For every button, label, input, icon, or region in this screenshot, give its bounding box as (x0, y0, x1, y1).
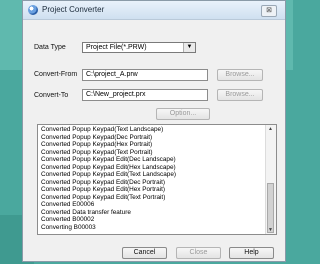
app-icon (28, 5, 38, 15)
log-items: Converted Popup Keypad(Text Landscape) Co… (41, 126, 237, 231)
browse-from-button[interactable]: Browse... (217, 69, 263, 81)
log-scrollbar[interactable]: ▲ ▼ (265, 125, 276, 234)
scroll-up-icon[interactable]: ▲ (268, 126, 273, 132)
data-type-select[interactable]: Project File(*.PRW) ▼ (82, 42, 196, 53)
convert-from-value: C:\project_A.prw (86, 71, 138, 78)
log-entry[interactable]: Converted Popup Keypad Edit(Hex Portrait… (41, 186, 237, 194)
close-button[interactable]: Close (176, 247, 221, 259)
convert-to-field[interactable]: C:\New_project.prx (82, 89, 208, 101)
browse-to-button[interactable]: Browse... (217, 89, 263, 101)
convert-from-label: Convert-From (34, 71, 78, 78)
log-entry[interactable]: Converted Data transfer feature (41, 209, 237, 217)
title-bar[interactable]: Project Converter ⊠ (23, 1, 285, 20)
log-entry[interactable]: Converted Popup Keypad Edit(Text Portrai… (41, 194, 237, 202)
scroll-thumb[interactable] (267, 183, 274, 233)
convert-from-field[interactable]: C:\project_A.prw (82, 69, 208, 81)
convert-to-label: Convert-To (34, 92, 69, 99)
convert-to-value: C:\New_project.prx (86, 91, 146, 98)
log-entry[interactable]: Converted Popup Keypad Edit(Hex Landscap… (41, 164, 237, 172)
log-entry[interactable]: Converted Popup Keypad Edit(Dec Landscap… (41, 156, 237, 164)
help-button[interactable]: Help (229, 247, 274, 259)
cancel-button[interactable]: Cancel (122, 247, 167, 259)
log-entry[interactable]: Converted B00002 (41, 216, 237, 224)
log-entry[interactable]: Converted Popup Keypad(Text Portrait) (41, 149, 237, 157)
log-entry[interactable]: Converted Popup Keypad(Dec Portrait) (41, 134, 237, 142)
log-entry[interactable]: Converted Popup Keypad(Text Landscape) (41, 126, 237, 134)
log-entry[interactable]: Converted E00006 (41, 201, 237, 209)
log-entry[interactable]: Converted Popup Keypad Edit(Text Landsca… (41, 171, 237, 179)
log-entry[interactable]: Converting B00003 (41, 224, 237, 232)
data-type-selected: Project File(*.PRW) (86, 44, 147, 51)
window-title: Project Converter (42, 5, 105, 14)
log-entry[interactable]: Converted Popup Keypad(Hex Portrait) (41, 141, 237, 149)
close-window-button[interactable]: ⊠ (261, 5, 277, 17)
scroll-down-icon[interactable]: ▼ (268, 227, 273, 233)
chevron-down-icon[interactable]: ▼ (183, 43, 195, 52)
conversion-log-list[interactable]: Converted Popup Keypad(Text Landscape) Co… (37, 124, 277, 235)
project-converter-dialog: Project Converter ⊠ Data Type Project Fi… (22, 0, 286, 262)
log-entry[interactable]: Converted Popup Keypad Edit(Dec Portrait… (41, 179, 237, 187)
data-type-label: Data Type (34, 44, 66, 51)
option-button[interactable]: Option... (156, 108, 210, 120)
